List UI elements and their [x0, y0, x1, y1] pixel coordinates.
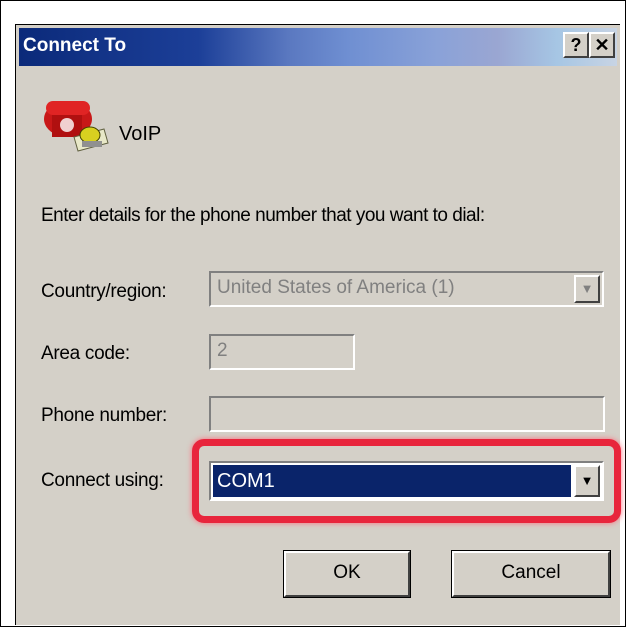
window-title: Connect To [23, 35, 127, 56]
phone-number-input[interactable] [209, 396, 605, 432]
help-button[interactable]: ? [563, 32, 589, 58]
entry-name: VoIP [119, 123, 162, 145]
highlight-box [192, 439, 621, 523]
close-icon: ✕ [594, 35, 610, 55]
phone-number-label: Phone number: [41, 405, 168, 426]
country-dropdown[interactable]: United States of America (1) ▼ [209, 271, 604, 307]
country-value: United States of America (1) [217, 277, 455, 298]
area-code-input[interactable]: 2 [209, 334, 355, 370]
connect-to-dialog: Connect To ? ✕ VoIP Enter details for th… [15, 24, 621, 625]
title-bar[interactable]: Connect To ? ✕ [19, 28, 617, 66]
telephone-icon [44, 101, 109, 152]
connect-using-label: Connect using: [41, 470, 164, 491]
cancel-button[interactable]: Cancel [451, 550, 611, 598]
close-button[interactable]: ✕ [589, 32, 615, 58]
country-dropdown-arrow[interactable]: ▼ [574, 275, 600, 303]
chevron-down-icon: ▼ [580, 281, 594, 296]
country-label: Country/region: [41, 281, 167, 302]
area-code-value: 2 [217, 340, 228, 361]
area-code-label: Area code: [41, 343, 130, 364]
help-icon: ? [570, 35, 582, 55]
ok-button[interactable]: OK [283, 550, 411, 598]
instructions-text: Enter details for the phone number that … [41, 205, 485, 226]
